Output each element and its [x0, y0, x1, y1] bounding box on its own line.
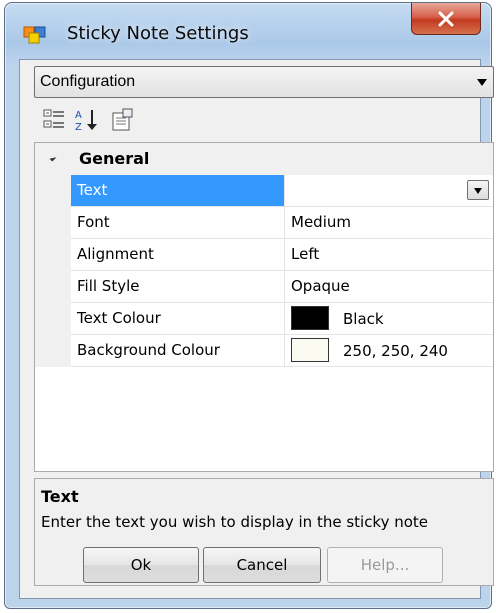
description-title: Text	[41, 487, 79, 506]
property-name: Alignment	[71, 239, 285, 271]
chevron-down-icon	[477, 79, 487, 86]
categorized-icon[interactable]	[40, 106, 68, 134]
category-label: General	[79, 149, 150, 168]
object-selector-dropdown[interactable]: Configuration	[34, 66, 494, 98]
property-row-background-colour[interactable]: Background Colour 250, 250, 240	[35, 335, 493, 367]
row-gutter	[35, 303, 71, 335]
property-value: 250, 250, 240	[343, 342, 448, 360]
property-grid-toolbar: A Z	[34, 100, 494, 140]
property-row-alignment[interactable]: Alignment Left	[35, 239, 493, 271]
property-row-font[interactable]: Font Medium	[35, 207, 493, 239]
property-value-colour[interactable]: 250, 250, 240	[285, 335, 493, 367]
alphabetical-sort-icon[interactable]: A Z	[72, 106, 100, 134]
property-name: Font	[71, 207, 285, 239]
property-pages-icon[interactable]	[108, 106, 136, 134]
colour-swatch	[291, 306, 329, 330]
colour-swatch	[291, 338, 329, 362]
row-gutter	[35, 175, 71, 207]
ok-button[interactable]: Ok	[83, 547, 199, 583]
text-editor-dropdown-button[interactable]	[467, 180, 489, 200]
row-gutter	[35, 335, 71, 367]
property-row-text[interactable]: Text	[35, 175, 493, 207]
category-row-general[interactable]: General	[35, 143, 493, 175]
property-value[interactable]: Left	[285, 239, 493, 271]
property-row-text-colour[interactable]: Text Colour Black	[35, 303, 493, 335]
property-value[interactable]: Opaque	[285, 271, 493, 303]
property-name: Background Colour	[71, 335, 285, 367]
description-text: Enter the text you wish to display in th…	[41, 513, 429, 531]
property-name: Text	[71, 175, 285, 207]
property-value-colour[interactable]: Black	[285, 303, 493, 335]
property-value-text[interactable]	[285, 175, 493, 207]
property-value: Black	[343, 310, 384, 328]
dialog-client-area: Configuration A Z General Text Font Medi…	[19, 59, 494, 599]
property-name: Text Colour	[71, 303, 285, 335]
property-row-fill-style[interactable]: Fill Style Opaque	[35, 271, 493, 303]
close-button[interactable]	[411, 3, 481, 35]
dialog-window: Sticky Note Settings Configuration A Z G…	[4, 2, 494, 609]
title-bar[interactable]: Sticky Note Settings	[5, 3, 491, 61]
close-icon	[438, 11, 454, 26]
property-name: Fill Style	[71, 271, 285, 303]
sticky-note-app-icon	[23, 26, 46, 44]
collapse-triangle-icon[interactable]	[49, 154, 57, 162]
property-value[interactable]: Medium	[285, 207, 493, 239]
window-title: Sticky Note Settings	[67, 23, 249, 44]
svg-text:A: A	[75, 110, 82, 121]
svg-text:Z: Z	[75, 122, 82, 133]
row-gutter	[35, 239, 71, 271]
cancel-button[interactable]: Cancel	[203, 547, 321, 583]
property-grid: General Text Font Medium Alignment Left	[34, 142, 494, 472]
row-gutter	[35, 207, 71, 239]
row-gutter	[35, 271, 71, 303]
help-button[interactable]: Help...	[327, 547, 443, 583]
object-selector-value: Configuration	[40, 73, 136, 90]
